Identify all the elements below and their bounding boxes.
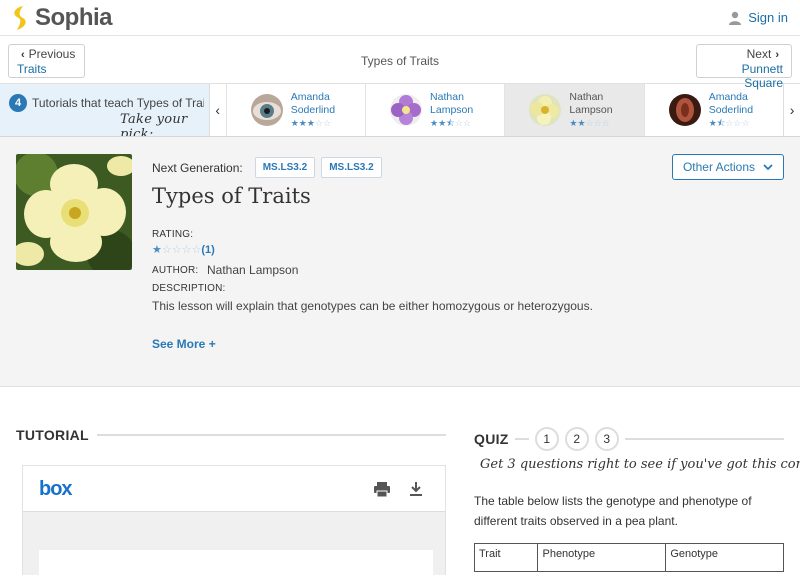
tutorial-heading-row: TUTORIAL xyxy=(16,427,446,443)
eye-avatar xyxy=(250,94,283,126)
sophia-logo[interactable]: Sophia xyxy=(10,3,113,32)
tutorials-label: Tutorials that teach Types of Traits xyxy=(32,96,204,110)
quiz-heading: QUIZ xyxy=(474,431,509,447)
lesson-rating[interactable]: ★☆☆☆☆(1) xyxy=(152,243,215,256)
table-header-row: Trait Phenotype Genotype xyxy=(473,543,784,572)
sign-in-link[interactable]: Sign in xyxy=(728,10,788,25)
rating-stars: ★☆☆☆☆ xyxy=(152,244,202,256)
download-icon[interactable] xyxy=(407,480,425,498)
description-text: This lesson will explain that genotypes … xyxy=(152,299,593,313)
document-page xyxy=(39,550,433,576)
divider xyxy=(624,438,784,440)
tutorial-count-badge: 4 xyxy=(9,94,27,112)
card-author-first: Nathan xyxy=(430,90,464,103)
chevron-down-icon xyxy=(763,163,773,170)
lesson-nav: ‹ Previous Traits Types of Traits Next › P… xyxy=(0,36,800,90)
card-rating-stars: ★⯪☆☆☆ xyxy=(708,117,750,128)
tutorial-card-info: Amanda Soderlind ★⯪☆☆☆ xyxy=(709,91,753,130)
divider xyxy=(514,438,529,440)
standard-tag[interactable]: MS.LS3.2 xyxy=(254,157,316,178)
tutorial-card[interactable]: Amanda Soderlind ★★★☆☆ xyxy=(225,84,365,136)
tutorial-card-info: Nathan Lampson ★★⯪☆☆ xyxy=(430,91,473,130)
quiz-step-3: 3 xyxy=(594,427,619,451)
flower-avatar xyxy=(390,94,423,126)
next-button[interactable]: Next › Punnett Square xyxy=(696,44,792,90)
sign-in-label: Sign in xyxy=(748,10,788,25)
previous-button[interactable]: ‹ Previous Traits xyxy=(8,44,85,78)
quiz-step-2: 2 xyxy=(564,427,589,451)
tutorial-card-info: Amanda Soderlind ★★★☆☆ xyxy=(291,91,335,130)
author-key: AUTHOR: xyxy=(152,265,199,276)
next-label-row: Next › xyxy=(705,47,783,62)
top-bar: Sophia Sign in xyxy=(0,0,800,36)
standards-label: Next Generation: xyxy=(152,160,243,175)
quiz-heading-row: QUIZ 1 2 3 xyxy=(474,427,784,451)
content-area: TUTORIAL box QUIZ 1 2 3 Get 3 questions … xyxy=(0,387,800,576)
sophia-logo-icon xyxy=(14,5,26,30)
card-author-last: Lampson xyxy=(569,103,613,116)
quiz-step-1: 1 xyxy=(534,427,559,451)
card-rating-stars: ★★⯪☆☆ xyxy=(430,117,471,128)
next-label: Next xyxy=(746,47,772,61)
quiz-table: Trait Phenotype Genotype xyxy=(473,543,784,572)
chevron-left-icon[interactable]: ‹ xyxy=(208,84,226,136)
tutorial-card-info: Nathan Lampson ★★☆☆☆ xyxy=(569,91,612,130)
table-header-cell: Trait xyxy=(473,543,539,572)
author-name: Nathan Lampson xyxy=(207,263,299,277)
standard-tag[interactable]: MS.LS3.2 xyxy=(321,157,382,178)
tutorials-summary: 4 Tutorials that teach Types of Traits T… xyxy=(0,84,209,136)
previous-destination: Traits xyxy=(17,62,47,76)
card-rating-stars: ★★☆☆☆ xyxy=(569,117,610,128)
other-actions-label: Other Actions xyxy=(682,160,756,174)
other-actions-button[interactable]: Other Actions xyxy=(672,154,784,180)
quiz-tagline: Get 3 questions right to see if you've g… xyxy=(480,457,800,472)
brand-name: Sophia xyxy=(35,3,113,31)
previous-label-row: ‹ Previous xyxy=(17,47,76,62)
person-icon xyxy=(729,11,742,25)
tutorial-card-selected[interactable]: Nathan Lampson ★★☆☆☆ xyxy=(504,84,644,136)
divider xyxy=(96,434,446,436)
box-logo: box xyxy=(39,478,73,500)
standards-row: Next Generation: MS.LS3.2 MS.LS3.2 xyxy=(152,157,382,178)
rating-key: RATING: xyxy=(152,229,194,240)
tutorial-card[interactable]: Nathan Lampson ★★⯪☆☆ xyxy=(365,84,504,136)
table-header-cell: Genotype xyxy=(665,543,784,572)
tutorials-strip: 4 Tutorials that teach Types of Traits T… xyxy=(0,84,800,137)
see-more-link[interactable]: See More + xyxy=(152,337,216,351)
take-your-pick: Take your pick: xyxy=(120,112,188,136)
card-author-last: Soderlind xyxy=(290,103,336,116)
ear-avatar xyxy=(668,94,701,126)
chevron-left-icon: ‹ xyxy=(21,49,25,61)
lesson-title: Types of Traits xyxy=(152,184,311,208)
description-key: DESCRIPTION: xyxy=(152,283,226,294)
tutorial-heading: TUTORIAL xyxy=(16,427,89,443)
table-header-cell: Phenotype xyxy=(537,543,667,572)
card-author-last: Soderlind xyxy=(708,103,754,116)
card-author-first: Amanda xyxy=(708,90,748,103)
next-destination: Punnett Square xyxy=(741,62,783,90)
quiz-question-text: The table below lists the genotype and p… xyxy=(474,494,752,528)
chevron-right-icon[interactable]: › xyxy=(783,84,800,136)
previous-label: Previous xyxy=(28,47,76,61)
viewer-toolbar: box xyxy=(23,466,445,512)
lesson-thumbnail xyxy=(16,154,132,270)
lesson-info: Next Generation: MS.LS3.2 MS.LS3.2 Other… xyxy=(0,137,800,387)
print-icon[interactable] xyxy=(373,480,391,498)
nav-title: Types of Traits xyxy=(360,54,440,68)
chevron-right-icon: › xyxy=(775,49,779,61)
yellow-flower-avatar xyxy=(529,94,562,126)
tutorial-card[interactable]: Amanda Soderlind ★⯪☆☆☆ xyxy=(643,84,783,136)
card-author-last: Lampson xyxy=(430,103,474,116)
card-author-first: Nathan xyxy=(569,90,604,103)
document-viewer[interactable]: box xyxy=(22,465,446,576)
card-rating-stars: ★★★☆☆ xyxy=(290,117,332,128)
rating-count: (1) xyxy=(201,244,215,256)
card-author-first: Amanda xyxy=(290,90,330,103)
